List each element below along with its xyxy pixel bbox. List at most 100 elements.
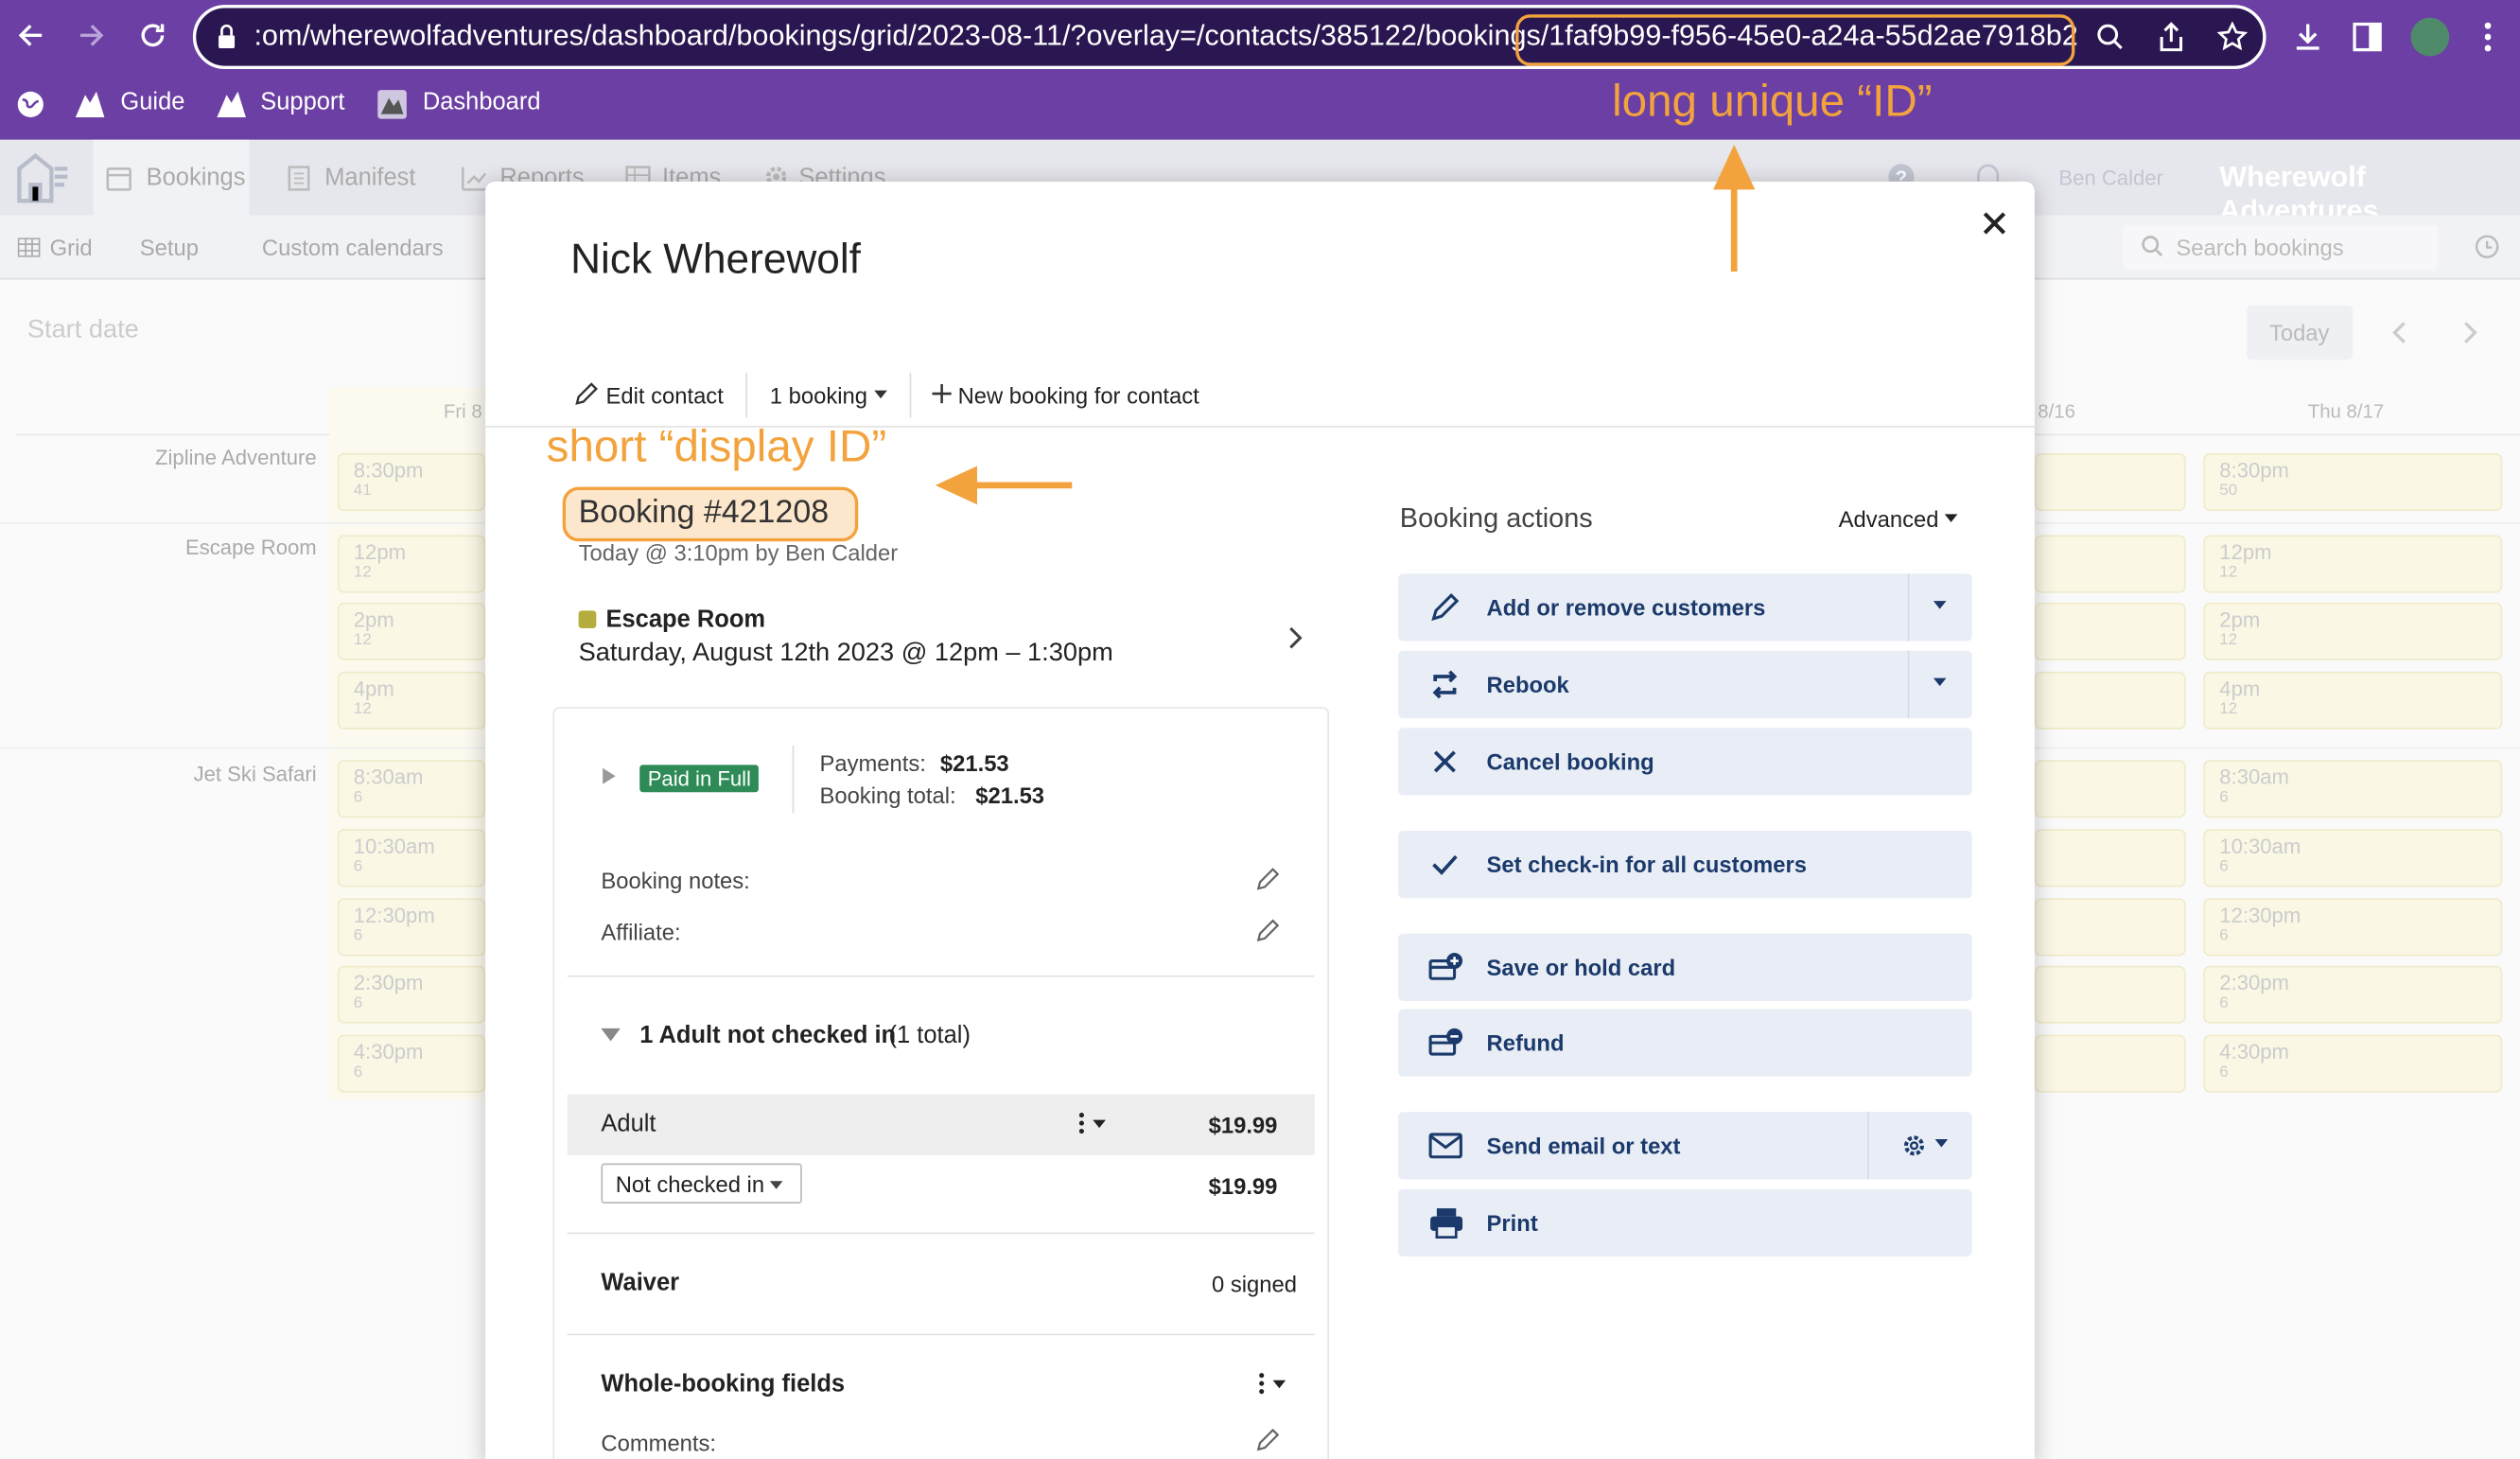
bookmark-dashboard[interactable]: Dashboard — [423, 88, 541, 115]
nav-manifest[interactable]: Manifest — [324, 164, 415, 191]
share-icon[interactable] — [2157, 21, 2186, 53]
zoom-icon[interactable] — [2095, 23, 2125, 52]
chevron-right-icon[interactable] — [1287, 625, 1304, 651]
payments-value: $21.53 — [939, 750, 1009, 777]
timeslot-cell[interactable]: 12pm 12 — [337, 535, 486, 593]
add-remove-customers-button[interactable]: Add or remove customers — [1398, 573, 1972, 642]
timeslot-cell[interactable]: 8:30pm 41 — [337, 452, 486, 512]
forward-icon[interactable] — [78, 21, 107, 50]
timeslot-cell[interactable] — [2034, 760, 2186, 818]
calendar-icon — [106, 166, 131, 191]
send-email-text-button[interactable]: Send email or text — [1398, 1112, 1972, 1180]
day-header-mid: 8/16 — [2038, 399, 2075, 423]
customer-type: Adult — [601, 1110, 656, 1138]
user-menu[interactable]: Ben Calder — [2058, 166, 2163, 189]
timeslot-cell[interactable]: 2pm 12 — [2203, 602, 2503, 660]
lock-icon[interactable] — [217, 24, 236, 49]
timeslot-cell[interactable]: 10:30am 6 — [337, 829, 486, 888]
timeslot-cell[interactable] — [2034, 602, 2186, 660]
profile-avatar[interactable] — [2410, 17, 2450, 57]
total-label: Booking total: — [819, 782, 956, 809]
timeslot-cell[interactable] — [2034, 898, 2186, 957]
timeslot-cell[interactable]: 4:30pm 6 — [2203, 1034, 2503, 1093]
edit-notes-icon[interactable] — [1255, 868, 1280, 891]
kebab-menu-icon[interactable] — [1257, 1372, 1289, 1395]
new-booking-button[interactable]: New booking for contact — [958, 382, 1199, 408]
bookings-dropdown[interactable]: 1 booking — [770, 382, 867, 408]
rebook-button[interactable]: Rebook — [1398, 650, 1972, 719]
timeslot-cell[interactable]: 8:30pm 50 — [2203, 452, 2503, 512]
screen: :om/wherewolfadventures/dashboard/bookin… — [0, 0, 2520, 1459]
caret-down-icon — [1933, 601, 1947, 609]
history-clock-icon[interactable] — [2475, 235, 2499, 258]
manifest-icon — [288, 166, 310, 191]
timeslot-cell[interactable]: 8:30am 6 — [337, 760, 486, 818]
timeslot-cell[interactable]: 4pm 12 — [2203, 671, 2503, 730]
kebab-menu-icon[interactable] — [1076, 1112, 1109, 1134]
timeslot-cell[interactable] — [2034, 535, 2186, 593]
timeslot-cell[interactable]: 2pm 12 — [337, 602, 486, 660]
customers-summary: 1 Adult not checked in — [639, 1022, 897, 1049]
chevron-left-icon[interactable] — [2391, 320, 2407, 345]
tower-logo-icon[interactable] — [13, 149, 71, 204]
timeslot-cell[interactable]: 12:30pm 6 — [2203, 898, 2503, 957]
start-date-dropdown[interactable]: Start date — [27, 317, 139, 346]
advanced-dropdown[interactable]: Advanced — [1839, 506, 1939, 532]
customer-row — [567, 1094, 1315, 1156]
sidepanel-icon[interactable] — [2353, 22, 2382, 52]
timeslot-cell[interactable]: 8:30am 6 — [2203, 760, 2503, 818]
timeslot-cell[interactable]: 2:30pm 6 — [337, 965, 486, 1024]
nav-bookings[interactable]: Bookings — [147, 164, 246, 191]
waiver-label: Waiver — [601, 1269, 680, 1297]
section-divider — [567, 975, 1315, 977]
search-input[interactable]: Search bookings — [2176, 235, 2343, 260]
refund-button[interactable]: Refund — [1398, 1009, 1972, 1077]
print-button[interactable]: Print — [1398, 1188, 1972, 1257]
set-checkin-button[interactable]: Set check-in for all customers — [1398, 830, 1972, 899]
timeslot-cell[interactable]: 12:30pm 6 — [337, 898, 486, 957]
action-settings-dropdown[interactable] — [1867, 1112, 1971, 1180]
timeslot-cell[interactable]: 10:30am 6 — [2203, 829, 2503, 888]
payment-divider — [792, 745, 795, 814]
close-icon[interactable] — [1982, 210, 2007, 236]
collapse-customers-icon[interactable] — [601, 1028, 621, 1042]
edit-contact-button[interactable]: Edit contact — [606, 382, 724, 408]
timeslot-cell[interactable] — [2034, 965, 2186, 1024]
timeslot-cell[interactable] — [2034, 671, 2186, 730]
timeslot-cell[interactable] — [2034, 1034, 2186, 1093]
envelope-icon — [1428, 1130, 1462, 1162]
save-hold-card-button[interactable]: Save or hold card — [1398, 933, 1972, 1002]
bookmark-support[interactable]: Support — [260, 88, 344, 115]
timeslot-cell[interactable]: 12pm 12 — [2203, 535, 2503, 593]
wolf-logo-icon — [214, 88, 249, 120]
x-icon — [1428, 746, 1461, 778]
timeslot-cell[interactable] — [2034, 452, 2186, 512]
timeslot-cell[interactable]: 2:30pm 6 — [2203, 965, 2503, 1024]
rebook-arrows-icon — [1428, 668, 1461, 700]
timeslot-cell[interactable]: 4pm 12 — [337, 671, 486, 730]
chevron-right-icon[interactable] — [2462, 320, 2478, 345]
url-id-highlight — [1515, 14, 2075, 66]
booking-datetime: Saturday, August 12th 2023 @ 12pm – 1:30… — [578, 639, 1113, 667]
setup-dropdown[interactable]: Setup — [140, 235, 199, 260]
timeslot-cell[interactable]: 4:30pm 6 — [337, 1034, 486, 1093]
back-icon[interactable] — [16, 21, 45, 50]
expand-payments-icon[interactable] — [603, 767, 616, 784]
reload-icon[interactable] — [138, 21, 167, 50]
browser-menu-icon[interactable] — [2484, 21, 2492, 53]
annotation-arrow-up-icon — [1710, 141, 1759, 272]
customers-total: (1 total) — [888, 1022, 971, 1049]
annotation-long-id: long unique “ID” — [1612, 75, 1933, 126]
caret-down-icon — [1944, 514, 1958, 522]
grid-view-dropdown[interactable]: Grid — [50, 235, 93, 260]
action-dropdown[interactable] — [1907, 650, 1972, 719]
custom-calendars-dropdown[interactable]: Custom calendars — [262, 235, 444, 260]
star-icon[interactable] — [2216, 21, 2249, 53]
timeslot-cell[interactable] — [2034, 829, 2186, 888]
edit-affiliate-icon[interactable] — [1255, 919, 1280, 942]
download-icon[interactable] — [2292, 21, 2324, 53]
cancel-booking-button[interactable]: Cancel booking — [1398, 728, 1972, 796]
action-dropdown[interactable] — [1907, 573, 1972, 642]
edit-comments-icon[interactable] — [1255, 1428, 1280, 1452]
bookmark-guide[interactable]: Guide — [120, 88, 184, 115]
